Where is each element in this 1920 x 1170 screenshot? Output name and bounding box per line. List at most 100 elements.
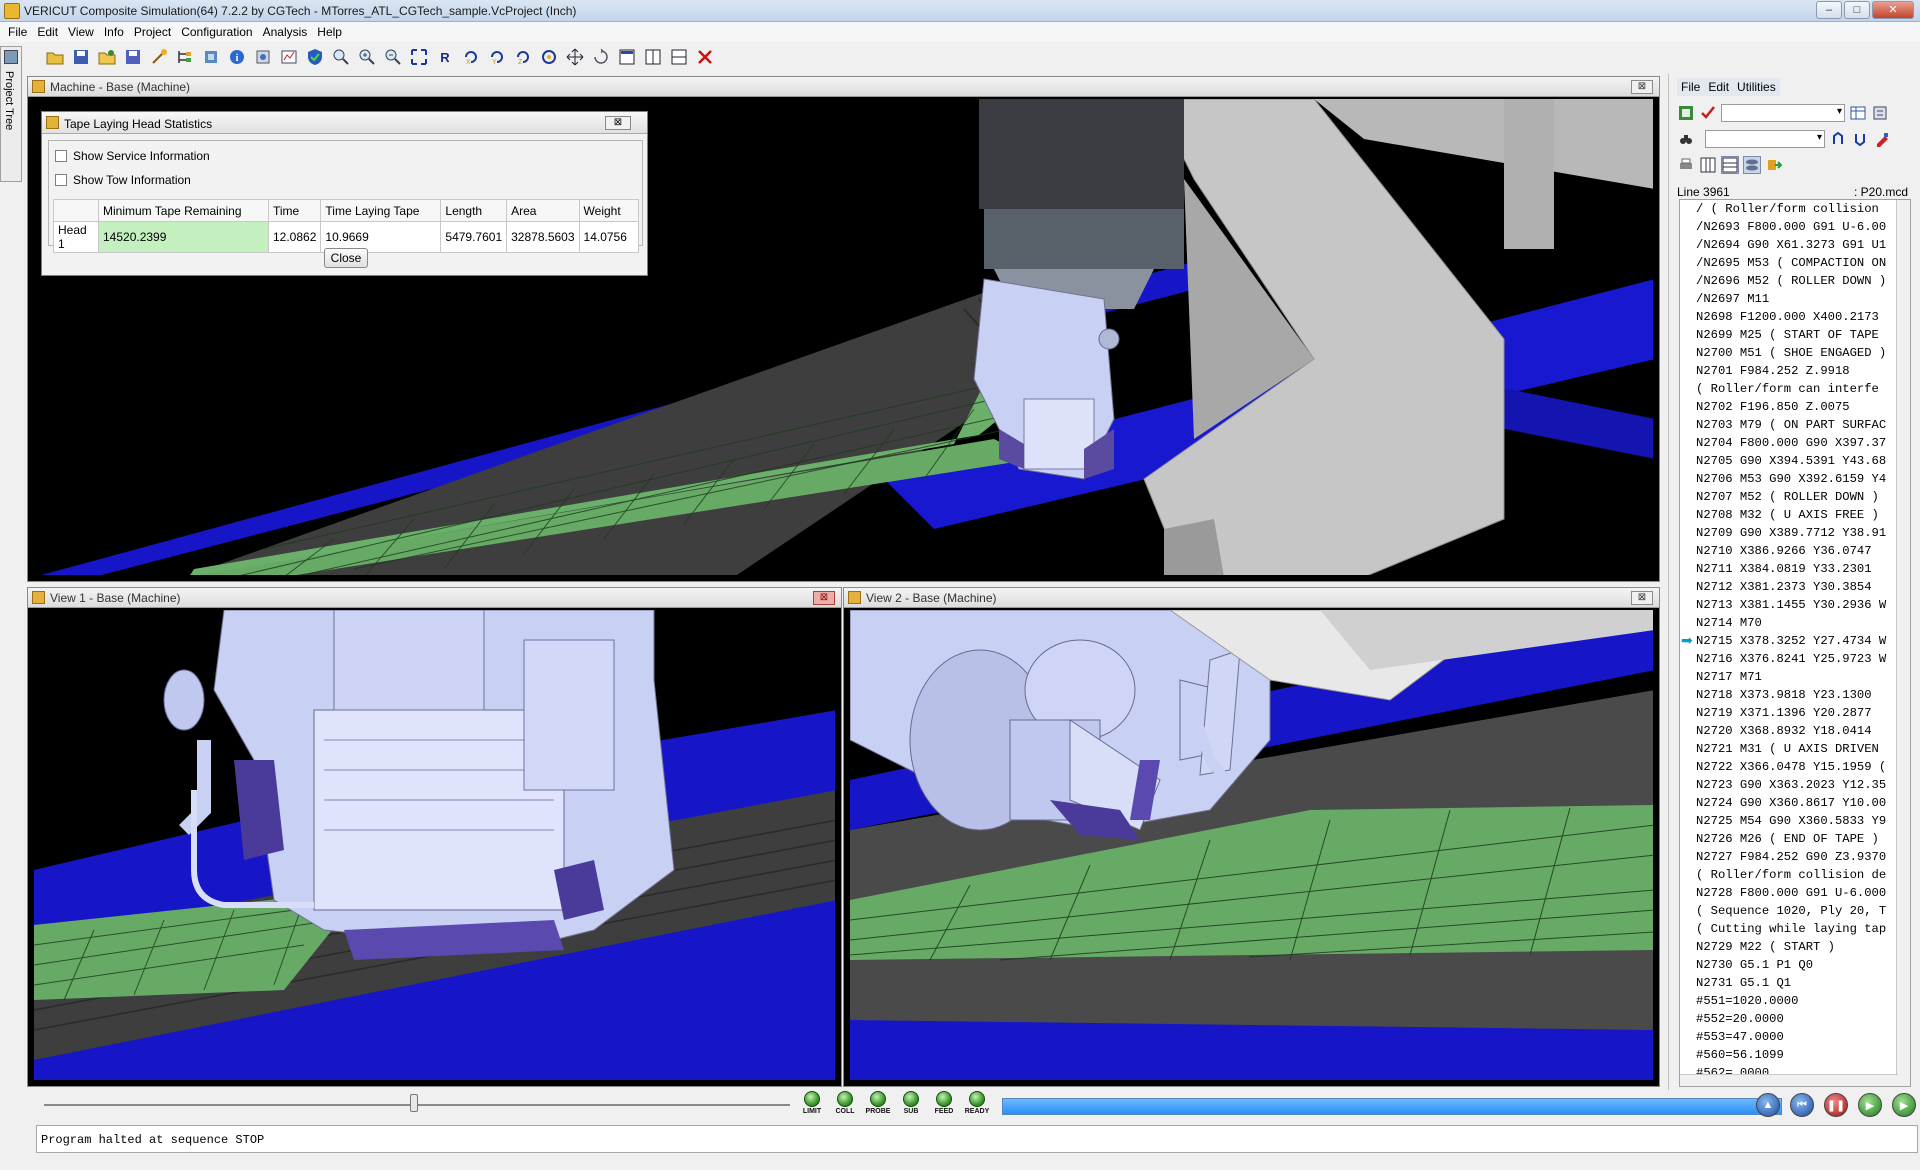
rotate-z-icon[interactable]: Z (512, 46, 534, 68)
code-line[interactable]: N2718 X373.9818 Y23.1300 (1696, 686, 1886, 704)
code-line[interactable]: N2708 M32 ( U AXIS FREE ) (1696, 506, 1886, 524)
code-line[interactable]: ( Roller/form can interfe (1696, 380, 1886, 398)
check-shield-icon[interactable] (304, 46, 326, 68)
speed-slider-thumb[interactable] (410, 1094, 418, 1112)
highlight-icon[interactable] (1873, 130, 1891, 148)
zoom-out-icon[interactable] (382, 46, 404, 68)
vertical-split-icon[interactable] (642, 46, 664, 68)
show-tow-checkbox[interactable]: Show Tow Information (55, 173, 191, 187)
delete-icon[interactable] (694, 46, 716, 68)
menu-info[interactable]: Info (100, 25, 130, 39)
tape-stats-close-icon[interactable]: ⊠ (605, 116, 631, 130)
close-window-button[interactable]: ✕ (1872, 1, 1914, 19)
menu-project[interactable]: Project (130, 25, 177, 39)
code-line[interactable]: N2706 M53 G90 X392.6159 Y4 (1696, 470, 1886, 488)
code-line[interactable]: #560=56.1099 (1696, 1046, 1886, 1064)
options-icon[interactable] (1871, 104, 1889, 122)
code-line[interactable]: N2730 G5.1 P1 Q0 (1696, 956, 1886, 974)
rewind-icon[interactable]: ⏮ (1790, 1093, 1814, 1117)
code-line[interactable]: ( Cutting while laying tap (1696, 920, 1886, 938)
machine-view-close-button[interactable]: ⊠ (1631, 80, 1653, 94)
code-line[interactable]: N2698 F1200.000 X400.2173 (1696, 308, 1886, 326)
reverse-icon[interactable]: R (434, 46, 456, 68)
code-line[interactable]: N2729 M22 ( START ) (1696, 938, 1886, 956)
step-icon[interactable]: ▶ (1858, 1093, 1882, 1117)
wizard-icon[interactable] (148, 46, 170, 68)
code-line[interactable]: N2713 X381.1455 Y30.2936 W (1696, 596, 1886, 614)
review-icon[interactable] (278, 46, 300, 68)
rotate-y-icon[interactable]: Y (486, 46, 508, 68)
code-line[interactable]: N2731 G5.1 Q1 (1696, 974, 1886, 992)
jump-down-icon[interactable] (1851, 130, 1869, 148)
close-button[interactable]: Close (324, 248, 368, 268)
code-line[interactable]: N2699 M25 ( START OF TAPE (1696, 326, 1886, 344)
code-line[interactable]: N2700 M51 ( SHOE ENGAGED ) (1696, 344, 1886, 362)
horizontal-split-icon[interactable] (668, 46, 690, 68)
menu-edit[interactable]: Edit (33, 25, 64, 39)
info-icon[interactable]: i (226, 46, 248, 68)
code-line[interactable]: / ( Roller/form collision (1696, 200, 1886, 218)
zoom-icon[interactable] (330, 46, 352, 68)
view1-canvas[interactable] (34, 610, 835, 1080)
code-line[interactable]: /N2693 F800.000 G91 U-6.00 (1696, 218, 1886, 236)
code-line[interactable]: N2721 M31 ( U AXIS DRIVEN (1696, 740, 1886, 758)
view1-close-button[interactable]: ⊠ (813, 591, 835, 605)
stop-icon[interactable]: ❚❚ (1824, 1093, 1848, 1117)
machine-icon[interactable] (200, 46, 222, 68)
zoom-in-icon[interactable] (356, 46, 378, 68)
single-view-icon[interactable] (616, 46, 638, 68)
code-line[interactable]: #553=47.0000 (1696, 1028, 1886, 1046)
jump-up-icon[interactable] (1829, 130, 1847, 148)
code-line[interactable]: N2709 G90 X389.7712 Y38.91 (1696, 524, 1886, 542)
code-line[interactable]: N2711 X384.0819 Y33.2301 (1696, 560, 1886, 578)
check-icon[interactable] (1699, 104, 1717, 122)
code-line[interactable]: N2703 M79 ( ON PART SURFAC (1696, 416, 1886, 434)
code-line[interactable]: N2714 M70 (1696, 614, 1886, 632)
rotate-x-icon[interactable]: X (460, 46, 482, 68)
vertical-scrollbar[interactable] (1896, 200, 1910, 1086)
code-line[interactable]: #552=20.0000 (1696, 1010, 1886, 1028)
minimize-button[interactable]: – (1816, 1, 1842, 19)
code-line[interactable]: /N2696 M52 ( ROLLER DOWN ) (1696, 272, 1886, 290)
nc-code-listing[interactable]: ➡ / ( Roller/form collision/N2693 F800.0… (1679, 199, 1911, 1087)
open-project-icon[interactable] (96, 46, 118, 68)
code-line[interactable]: N2702 F196.850 Z.0075 (1696, 398, 1886, 416)
code-line[interactable]: N2712 X381.2373 Y30.3854 (1696, 578, 1886, 596)
menu-configuration[interactable]: Configuration (177, 25, 258, 39)
code-line[interactable]: #551=1020.0000 (1696, 992, 1886, 1010)
pan-icon[interactable] (564, 46, 586, 68)
checkbox-box[interactable] (55, 150, 67, 162)
rotate-free-icon[interactable] (538, 46, 560, 68)
stack-icon[interactable] (1743, 156, 1761, 174)
code-line[interactable]: N2716 X376.8241 Y25.9723 W (1696, 650, 1886, 668)
code-line[interactable]: N2710 X386.9266 Y36.0747 (1696, 542, 1886, 560)
preferences-icon[interactable] (252, 46, 274, 68)
code-line[interactable]: N2727 F984.252 G90 Z3.9370 (1696, 848, 1886, 866)
play-icon[interactable]: ▶ (1892, 1093, 1916, 1117)
code-line[interactable]: /N2697 M11 (1696, 290, 1886, 308)
code-line[interactable]: N2715 X378.3252 Y27.4734 W (1696, 632, 1886, 650)
code-line[interactable]: N2720 X368.8932 Y18.0414 (1696, 722, 1886, 740)
menu-help[interactable]: Help (313, 25, 348, 39)
code-line[interactable]: N2722 X366.0478 Y15.1959 ( (1696, 758, 1886, 776)
nc-menu-utilities[interactable]: Utilities (1737, 80, 1776, 94)
code-line[interactable]: ( Sequence 1020, Ply 20, T (1696, 902, 1886, 920)
view2-close-button[interactable]: ⊠ (1631, 591, 1653, 605)
menu-analysis[interactable]: Analysis (259, 25, 314, 39)
nc-menu-file[interactable]: File (1681, 80, 1700, 94)
code-line[interactable]: N2728 F800.000 G91 U-6.000 (1696, 884, 1886, 902)
code-line[interactable]: ( Roller/form collision de (1696, 866, 1886, 884)
code-line[interactable]: N2701 F984.252 Z.9918 (1696, 362, 1886, 380)
maximize-button[interactable]: □ (1844, 1, 1870, 19)
print-icon[interactable] (1677, 156, 1695, 174)
open-folder-icon[interactable] (44, 46, 66, 68)
code-line[interactable]: N2707 M52 ( ROLLER DOWN ) (1696, 488, 1886, 506)
save-project-icon[interactable] (122, 46, 144, 68)
code-line[interactable]: /N2695 M53 ( COMPACTION ON (1696, 254, 1886, 272)
table-icon[interactable] (1849, 104, 1867, 122)
view2-canvas[interactable] (850, 610, 1653, 1080)
project-tree-tab[interactable]: Project Tree (0, 46, 22, 182)
code-line[interactable]: N2717 M71 (1696, 668, 1886, 686)
show-service-checkbox[interactable]: Show Service Information (55, 149, 210, 163)
columns-icon[interactable] (1699, 156, 1717, 174)
